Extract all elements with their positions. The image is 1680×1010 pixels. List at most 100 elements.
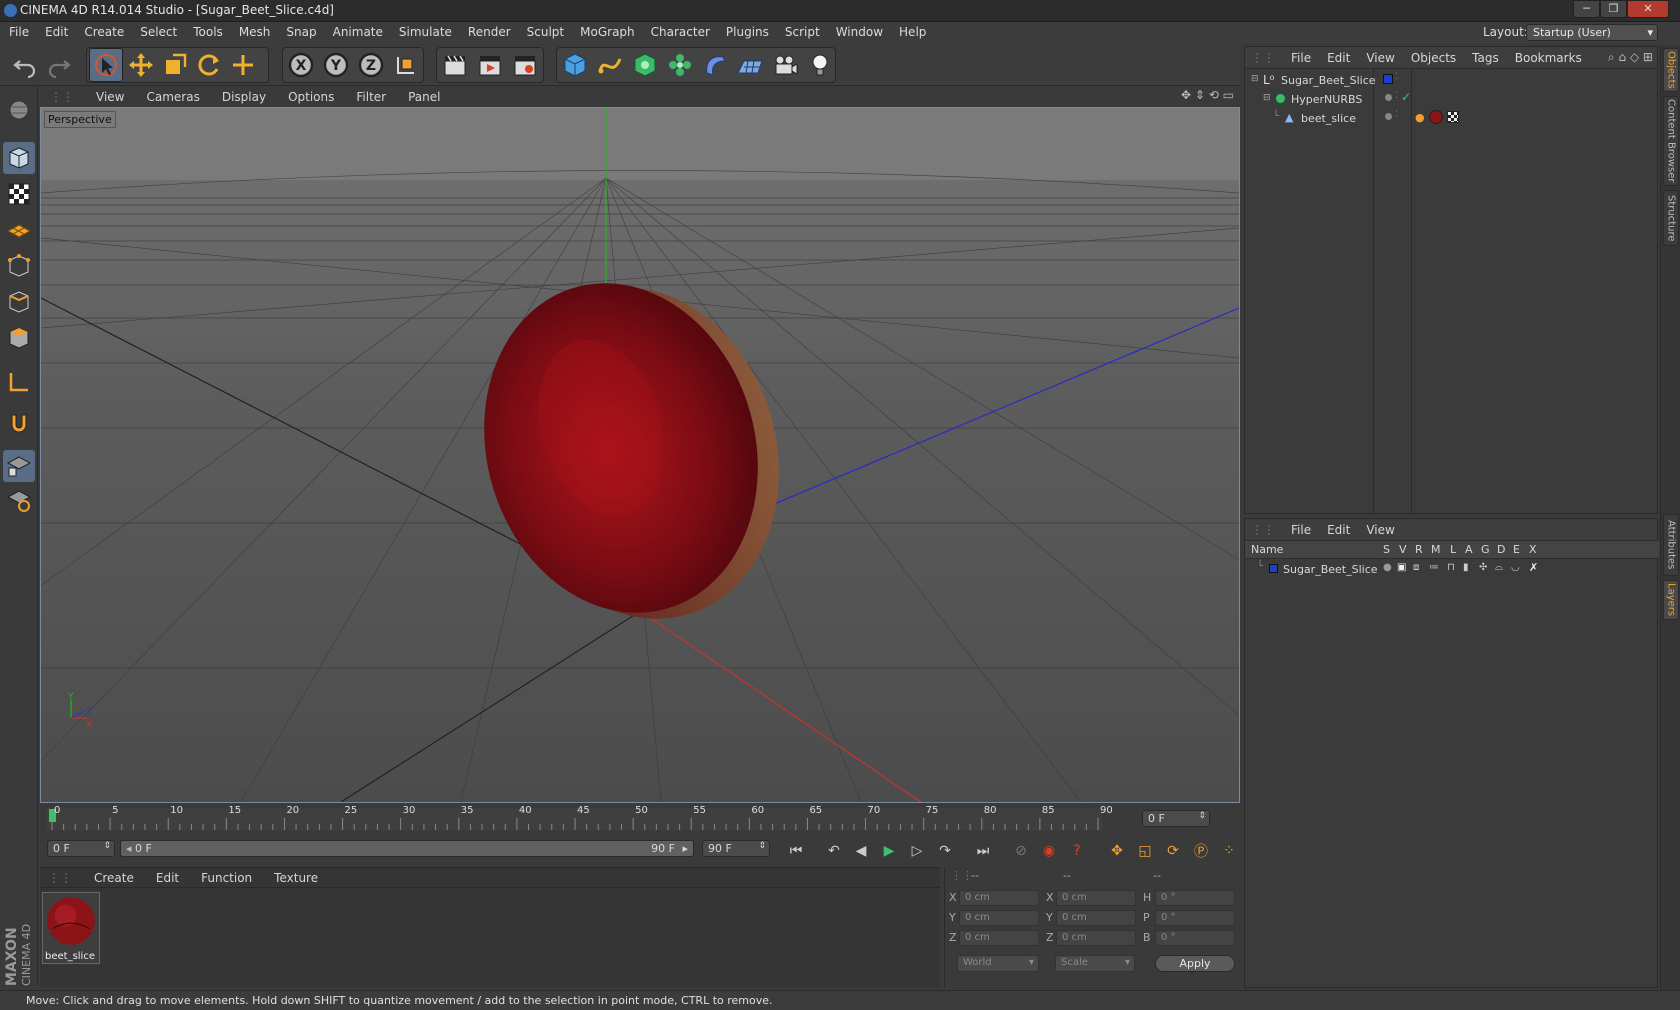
viewport-menu-cameras[interactable]: Cameras — [132, 88, 207, 104]
add-light-button[interactable] — [803, 48, 837, 82]
uvw-tag-icon[interactable] — [1447, 111, 1459, 123]
add-cube-button[interactable] — [558, 48, 592, 82]
rotation-h-field[interactable]: 0 ° — [1155, 890, 1235, 906]
generator-toggle-icon[interactable]: ✣ — [1479, 562, 1487, 573]
material-swatch[interactable]: beet_slice — [42, 892, 100, 964]
material-menu-texture[interactable]: Texture — [260, 868, 326, 885]
search-home-icons[interactable]: ⌕ ⌂ ◇ ⊞ — [1608, 50, 1653, 65]
column-deformers[interactable]: D — [1497, 543, 1505, 556]
deformer-toggle-icon[interactable]: ⌓ — [1495, 562, 1503, 573]
render-settings-button[interactable] — [508, 48, 542, 82]
material-menu-edit[interactable]: Edit — [142, 868, 187, 885]
layer-menu-edit[interactable]: Edit — [1317, 519, 1356, 537]
object-menu-tags[interactable]: Tags — [1462, 47, 1505, 65]
maximize-button[interactable]: ❐ — [1600, 0, 1627, 18]
add-environment-button[interactable] — [733, 48, 767, 82]
layer-color-swatch[interactable] — [1383, 74, 1393, 84]
menu-window[interactable]: Window — [827, 22, 890, 39]
menu-tools[interactable]: Tools — [184, 22, 230, 39]
column-xref[interactable]: X — [1529, 543, 1537, 556]
key-pla-button[interactable]: ⁘ — [1216, 838, 1242, 863]
menu-edit[interactable]: Edit — [36, 22, 75, 39]
add-camera-button[interactable] — [768, 48, 802, 82]
timeline-ruler[interactable]: 0 5 10 15 20 25 30 35 40 45 50 55 60 65 70 75 80 85 90 0 F… — [40, 804, 1240, 832]
size-y-field[interactable]: 0 cm — [1056, 910, 1136, 926]
phong-tag-icon[interactable]: ● — [1415, 111, 1425, 124]
column-generators[interactable]: G — [1481, 543, 1490, 556]
manager-toggle-icon[interactable]: ≔ — [1429, 562, 1439, 573]
object-menu-view[interactable]: View — [1356, 47, 1400, 65]
visibility-dot-icon[interactable] — [1385, 113, 1392, 120]
menu-simulate[interactable]: Simulate — [390, 22, 459, 39]
render-view-button[interactable] — [438, 48, 472, 82]
goto-end-button[interactable]: ⏭ — [970, 838, 996, 863]
column-manager[interactable]: M — [1431, 543, 1441, 556]
key-position-button[interactable]: ✥ — [1104, 838, 1130, 863]
live-selection-button[interactable] — [89, 48, 123, 82]
visible-toggle-icon[interactable]: ▣ — [1397, 562, 1406, 573]
menu-mograph[interactable]: MoGraph — [571, 22, 642, 39]
size-x-field[interactable]: 0 cm — [1056, 890, 1136, 906]
end-frame-field[interactable]: 90 F ⇕ — [702, 840, 770, 857]
points-mode-button[interactable] — [3, 250, 35, 282]
menu-character[interactable]: Character — [642, 22, 717, 39]
object-row[interactable]: ⊟ L⁰ Sugar_Beet_Slice ⁚ — [1245, 71, 1659, 91]
beet-slice-object[interactable] — [446, 251, 817, 652]
column-locked[interactable]: L — [1450, 543, 1456, 556]
rotation-b-field[interactable]: 0 ° — [1155, 930, 1235, 946]
material-tag-icon[interactable] — [1429, 110, 1443, 124]
tab-attributes[interactable]: Attributes — [1663, 514, 1679, 576]
tab-content-browser[interactable]: Content Browser — [1663, 96, 1679, 186]
menu-file[interactable]: File — [0, 22, 36, 39]
play-button[interactable]: ▶ — [876, 838, 902, 863]
apply-button[interactable]: Apply — [1155, 955, 1235, 972]
undo-button[interactable] — [8, 48, 42, 82]
snapping-button[interactable] — [3, 408, 35, 440]
add-mograph-button[interactable] — [663, 48, 697, 82]
key-scale-button[interactable]: ◱ — [1132, 838, 1158, 863]
keyframe-selection-button[interactable]: ? — [1064, 838, 1090, 863]
close-button[interactable]: ✕ — [1627, 0, 1669, 18]
coordinate-space-select[interactable]: World ▾ — [957, 955, 1039, 972]
xref-toggle-icon[interactable]: ✗ — [1529, 561, 1538, 574]
visibility-dots-icon[interactable]: ⁚ — [1395, 72, 1398, 82]
tab-objects[interactable]: Objects — [1663, 48, 1679, 92]
layout-select[interactable]: Startup (User) ▾ — [1526, 24, 1658, 41]
rotate-tool-button[interactable] — [192, 48, 226, 82]
render-picture-viewer-button[interactable] — [473, 48, 507, 82]
position-x-field[interactable]: 0 cm — [959, 890, 1039, 906]
key-rotation-button[interactable]: ⟳ — [1160, 838, 1186, 863]
next-frame-button[interactable]: ▷ — [904, 838, 930, 863]
viewport-menu-panel[interactable]: Panel — [394, 88, 448, 104]
tab-structure[interactable]: Structure — [1663, 190, 1679, 246]
move-tool-button[interactable] — [124, 48, 158, 82]
enabled-check-icon[interactable]: ✓ — [1401, 90, 1411, 104]
menu-snap[interactable]: Snap — [277, 22, 323, 39]
x-axis-lock-button[interactable]: X — [284, 48, 318, 82]
position-y-field[interactable]: 0 cm — [959, 910, 1039, 926]
render-toggle-icon[interactable]: ⧈ — [1413, 562, 1419, 573]
material-menu-function[interactable]: Function — [187, 868, 260, 885]
add-nurbs-button[interactable] — [628, 48, 662, 82]
solo-toggle-icon[interactable]: ● — [1383, 562, 1392, 573]
viewport-menu-filter[interactable]: Filter — [342, 88, 394, 104]
object-menu-objects[interactable]: Objects — [1401, 47, 1462, 65]
current-frame-field[interactable]: 0 F ⇕ — [1142, 810, 1210, 827]
menu-create[interactable]: Create — [75, 22, 131, 39]
model-mode-button[interactable] — [3, 142, 35, 174]
y-axis-lock-button[interactable]: Y — [319, 48, 353, 82]
record-keys-button[interactable]: ⊘ — [1008, 838, 1034, 863]
preview-range-slider[interactable]: ◂ 0 F 90 F ▸ — [120, 840, 694, 857]
texture-mode-button[interactable] — [3, 178, 35, 210]
tab-layers[interactable]: Layers — [1663, 580, 1679, 620]
rotation-p-field[interactable]: 0 ° — [1155, 910, 1235, 926]
object-row[interactable]: ⊟ HyperNURBS ⁚ ✓ — [1245, 90, 1659, 110]
column-expressions[interactable]: E — [1513, 543, 1520, 556]
object-menu-bookmarks[interactable]: Bookmarks — [1505, 47, 1588, 65]
visibility-dot-icon[interactable] — [1385, 94, 1392, 101]
animation-toggle-icon[interactable]: ▮ — [1463, 562, 1469, 573]
menu-animate[interactable]: Animate — [324, 22, 390, 39]
object-menu-edit[interactable]: Edit — [1317, 47, 1356, 65]
column-name[interactable]: Name — [1251, 543, 1283, 556]
viewport-menu-options[interactable]: Options — [274, 88, 342, 104]
